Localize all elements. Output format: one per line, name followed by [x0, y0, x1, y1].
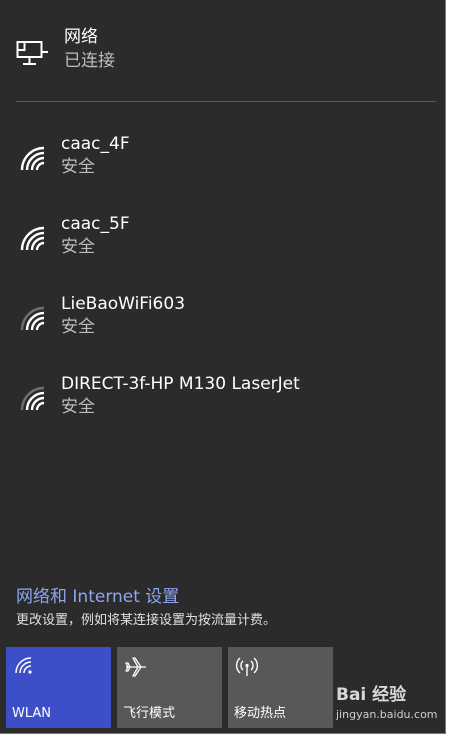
hotspot-tile-label: 移动热点 — [234, 706, 287, 721]
wifi-signal-icon — [18, 385, 48, 413]
ethernet-title: 网络 — [64, 27, 98, 47]
hotspot-icon — [235, 655, 259, 679]
wifi-network-security: 安全 — [61, 157, 95, 177]
wifi-network-item[interactable]: LieBaoWiFi603 安全 — [0, 293, 445, 361]
wifi-network-item[interactable]: caac_5F 安全 — [0, 213, 445, 281]
watermark-text: Bai 经验 — [336, 685, 407, 705]
wifi-signal-icon — [18, 225, 48, 253]
wifi-network-security: 安全 — [61, 317, 95, 337]
watermark-url: jingyan.baidu.com — [336, 708, 438, 721]
wlan-tile-label: WLAN — [12, 706, 52, 721]
wifi-signal-icon — [18, 305, 48, 333]
wifi-network-name: LieBaoWiFi603 — [61, 294, 186, 314]
wifi-network-name: DIRECT-3f-HP M130 LaserJet — [61, 374, 300, 394]
mobile-hotspot-tile[interactable]: 移动热点 — [228, 647, 333, 728]
wifi-network-security: 安全 — [61, 397, 95, 417]
wifi-network-name: caac_4F — [61, 134, 130, 154]
baidu-jingyan-watermark: Bai 经验 jingyan.baidu.com — [336, 684, 445, 732]
ethernet-computer-icon — [16, 39, 50, 67]
network-flyout: 网络 已连接 caac_4F 安全 caac_5F 安全 LieBaoWiFi6… — [0, 0, 446, 734]
wifi-icon — [13, 655, 37, 679]
wifi-network-item[interactable]: caac_4F 安全 — [0, 133, 445, 201]
airplane-tile-label: 飞行模式 — [123, 706, 176, 721]
wifi-network-item[interactable]: DIRECT-3f-HP M130 LaserJet 安全 — [0, 373, 445, 441]
wifi-network-security: 安全 — [61, 237, 95, 257]
divider — [16, 101, 436, 102]
wifi-signal-icon — [18, 145, 48, 173]
airplane-mode-tile[interactable]: 飞行模式 — [117, 647, 222, 728]
network-settings-link[interactable]: 网络和 Internet 设置 — [16, 586, 179, 608]
ethernet-status: 已连接 — [64, 51, 115, 71]
network-settings-description: 更改设置，例如将某连接设置为按流量计费。 — [16, 613, 277, 628]
wlan-toggle-tile[interactable]: WLAN — [6, 647, 111, 728]
ethernet-connection[interactable]: 网络 已连接 — [0, 18, 445, 78]
airplane-icon — [124, 655, 148, 679]
wifi-network-name: caac_5F — [61, 214, 130, 234]
